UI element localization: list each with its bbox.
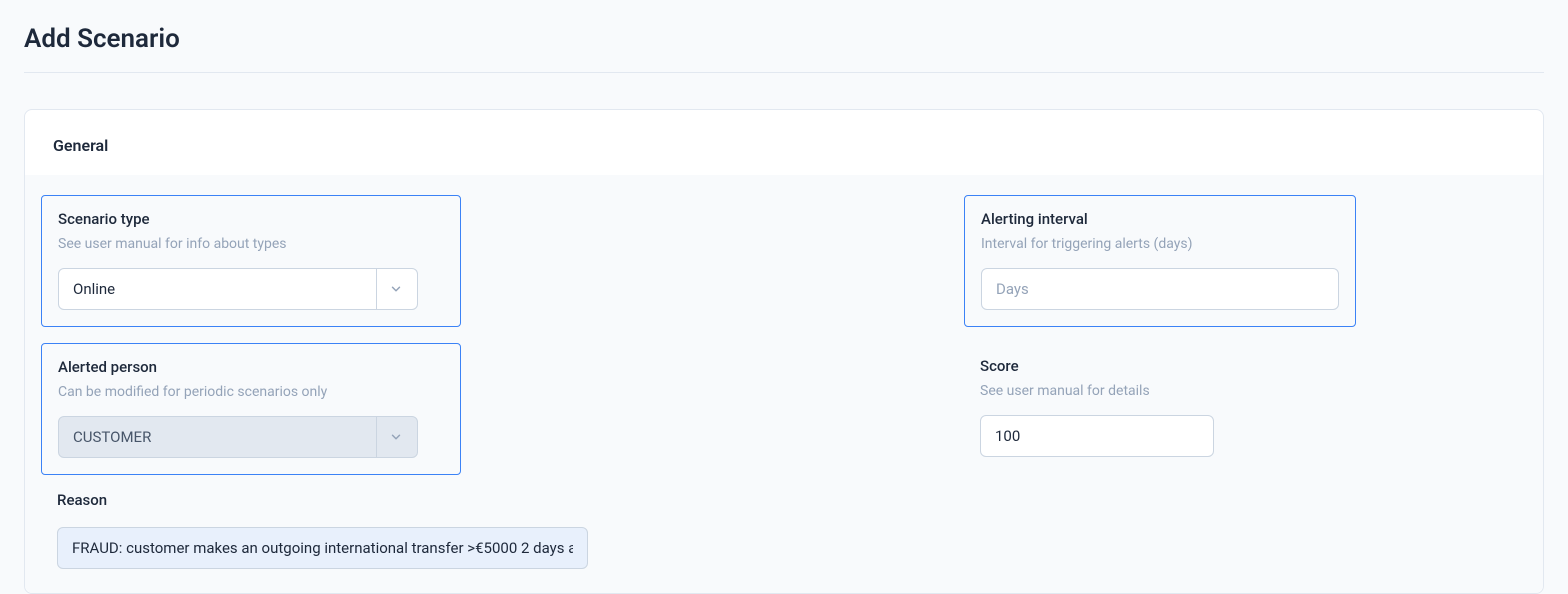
scenario-type-label: Scenario type bbox=[58, 210, 444, 228]
scenario-type-select[interactable]: Online bbox=[58, 268, 418, 310]
alerting-interval-label: Alerting interval bbox=[981, 210, 1339, 228]
alerting-interval-group: Alerting interval Interval for triggerin… bbox=[964, 195, 1356, 327]
score-hint: See user manual for details bbox=[980, 383, 1340, 399]
alerting-interval-input[interactable] bbox=[981, 268, 1339, 310]
alerted-person-label: Alerted person bbox=[58, 358, 444, 376]
form-grid: Scenario type See user manual for info a… bbox=[41, 195, 1527, 569]
scenario-type-hint: See user manual for info about types bbox=[58, 236, 444, 252]
alerted-person-value: CUSTOMER bbox=[73, 428, 151, 446]
general-card: General Scenario type See user manual fo… bbox=[24, 109, 1544, 594]
chevron-down-icon bbox=[376, 417, 403, 457]
alerted-person-hint: Can be modified for periodic scenarios o… bbox=[58, 384, 444, 400]
page-title: Add Scenario bbox=[0, 0, 1568, 72]
alerted-person-group: Alerted person Can be modified for perio… bbox=[41, 343, 461, 475]
chevron-down-icon bbox=[376, 269, 403, 309]
divider bbox=[24, 72, 1544, 73]
alerted-person-select: CUSTOMER bbox=[58, 416, 418, 458]
scenario-type-value: Online bbox=[73, 280, 115, 298]
scenario-type-group: Scenario type See user manual for info a… bbox=[41, 195, 461, 327]
reason-group: Reason bbox=[41, 491, 604, 569]
card-body: Scenario type See user manual for info a… bbox=[25, 175, 1543, 593]
score-group: Score See user manual for details bbox=[964, 343, 1356, 475]
score-label: Score bbox=[980, 357, 1340, 375]
reason-input[interactable] bbox=[57, 527, 588, 569]
score-input[interactable] bbox=[980, 415, 1214, 457]
reason-label: Reason bbox=[57, 491, 588, 509]
alerting-interval-hint: Interval for triggering alerts (days) bbox=[981, 236, 1339, 252]
section-header: General bbox=[25, 110, 1543, 175]
